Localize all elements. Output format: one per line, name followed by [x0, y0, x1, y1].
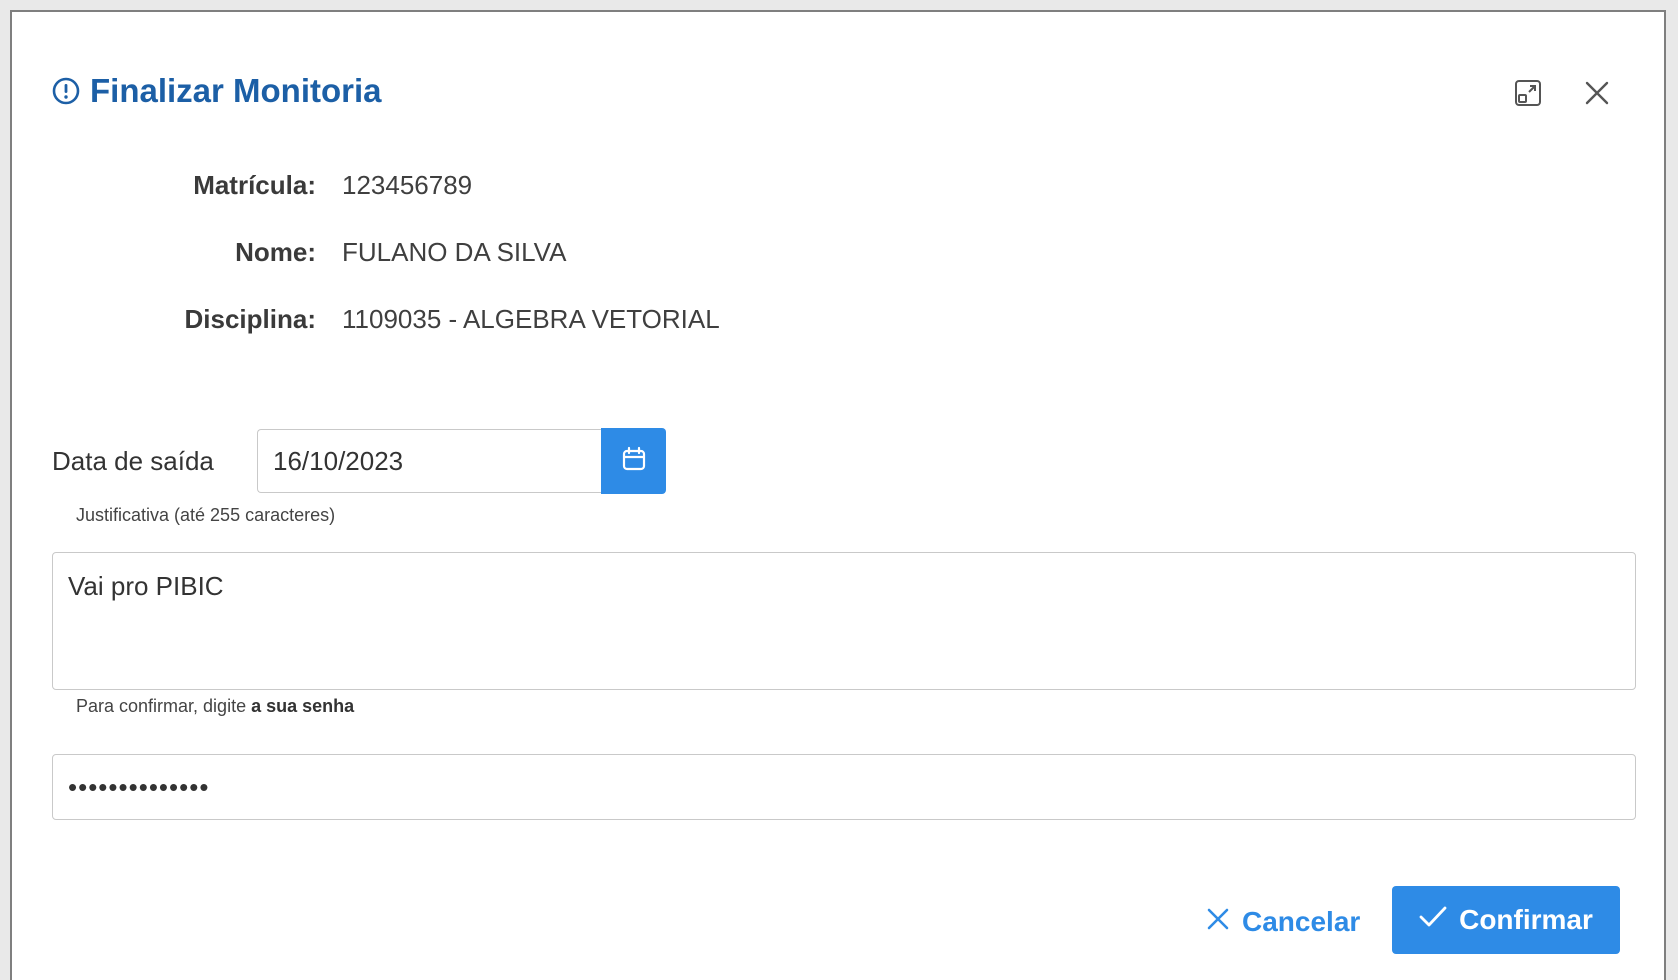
disciplina-value: 1109035 - ALGEBRA VETORIAL — [342, 304, 720, 334]
close-button[interactable] — [1578, 76, 1616, 114]
times-icon — [1206, 906, 1230, 938]
finalizar-monitoria-dialog: Finalizar Monitoria Matrícula: 123456789… — [10, 10, 1666, 980]
disciplina-row: Disciplina: 1109035 - ALGEBRA VETORIAL — [12, 304, 720, 335]
data-saida-input[interactable] — [257, 429, 601, 493]
disciplina-label: Disciplina: — [184, 304, 316, 334]
confirm-label: Confirmar — [1459, 904, 1593, 935]
calendar-icon — [621, 446, 647, 477]
exclamation-circle-icon — [52, 77, 80, 105]
matricula-row: Matrícula: 123456789 — [12, 170, 472, 201]
maximize-button[interactable] — [1509, 76, 1547, 114]
senha-label-prefix: Para confirmar, digite — [76, 696, 252, 716]
senha-label: Para confirmar, digite a sua senha — [76, 696, 354, 717]
matricula-label: Matrícula: — [193, 170, 316, 200]
nome-row: Nome: FULANO DA SILVA — [12, 237, 566, 268]
dialog-header: Finalizar Monitoria — [52, 74, 382, 107]
matricula-value: 123456789 — [342, 170, 473, 200]
confirm-button[interactable]: Confirmar — [1392, 886, 1620, 954]
close-icon — [1584, 80, 1610, 111]
senha-label-bold: a sua senha — [251, 696, 355, 716]
data-saida-row: Data de saída — [52, 428, 666, 494]
cancel-button[interactable]: Cancelar — [1200, 888, 1366, 956]
senha-input[interactable] — [52, 754, 1636, 820]
cancel-label: Cancelar — [1242, 906, 1361, 937]
check-icon — [1419, 904, 1447, 936]
nome-value: FULANO DA SILVA — [342, 237, 567, 267]
dialog-title: Finalizar Monitoria — [90, 72, 382, 109]
window-maximize-icon — [1514, 79, 1542, 112]
nome-label: Nome: — [235, 237, 316, 267]
data-saida-label: Data de saída — [52, 445, 214, 476]
justificativa-label: Justificativa (até 255 caracteres) — [76, 505, 336, 525]
calendar-button[interactable] — [601, 428, 666, 494]
justificativa-textarea[interactable]: Vai pro PIBIC — [52, 552, 1636, 690]
